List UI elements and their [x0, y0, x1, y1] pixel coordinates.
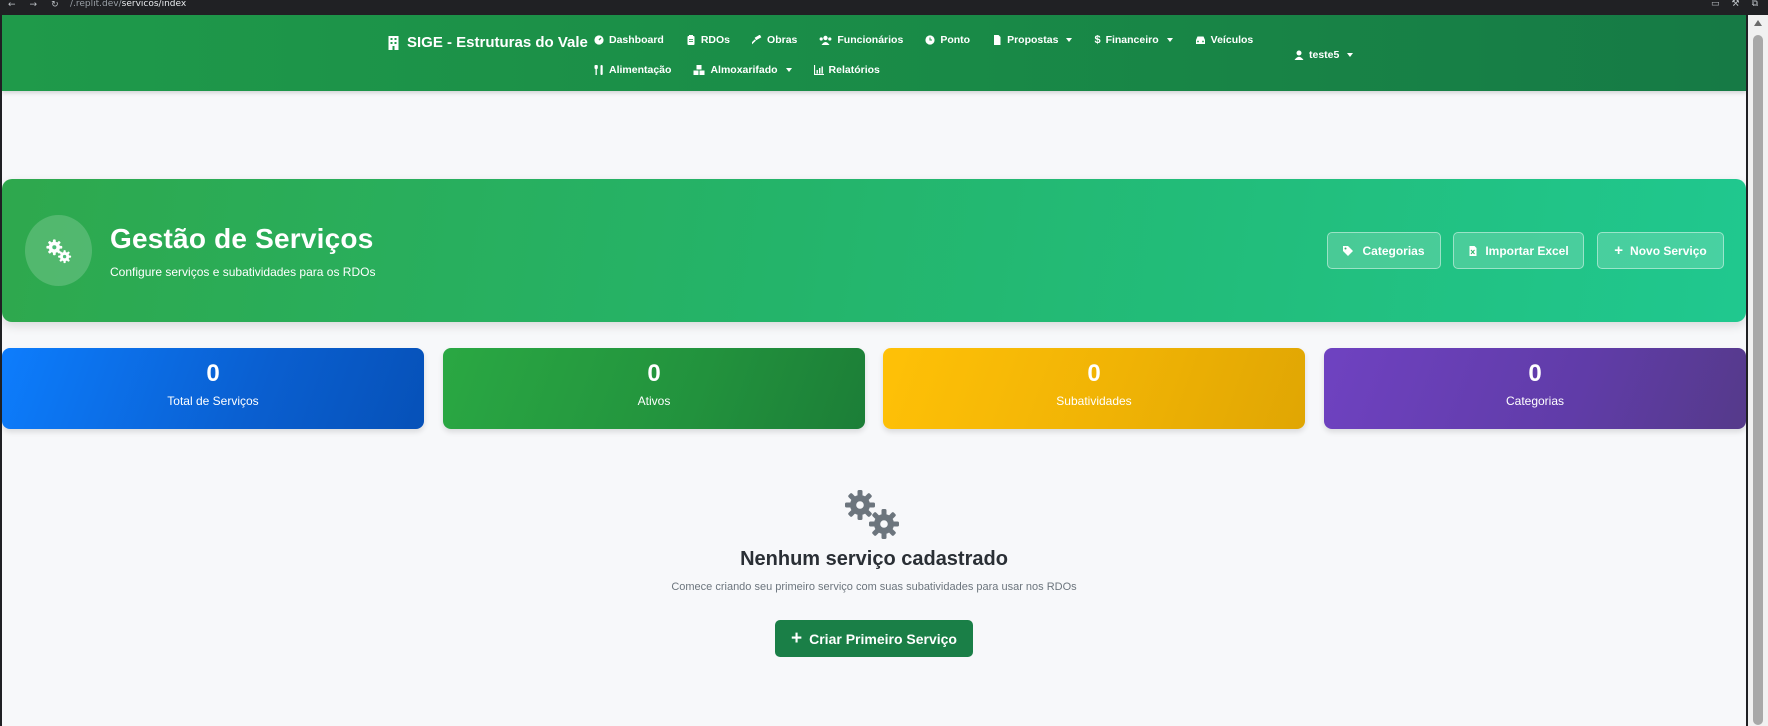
button-label: Importar Excel [1485, 243, 1569, 258]
reload-icon[interactable]: ↻ [51, 0, 59, 10]
nav-label: Propostas [1007, 34, 1059, 46]
clock-icon [925, 35, 935, 45]
stat-card-subatividades: 0 Subatividades [883, 348, 1305, 429]
chevron-down-icon [1066, 38, 1073, 42]
criar-primeiro-servico-button[interactable]: + Criar Primeiro Serviço [775, 620, 973, 657]
stat-label: Categorias [1505, 394, 1565, 408]
dollar-icon: $ [1094, 34, 1101, 46]
nav-financeiro[interactable]: $ Financeiro [1094, 34, 1173, 46]
boxes-icon [693, 65, 705, 75]
scroll-up-arrow-icon[interactable] [1754, 20, 1762, 26]
button-label: Criar Primeiro Serviço [809, 630, 957, 647]
back-icon[interactable]: ← [8, 0, 16, 10]
url-prefix: /.replit.dev/ [70, 0, 122, 9]
nav-obras[interactable]: Obras [752, 34, 797, 46]
scrollbar-thumb[interactable] [1753, 35, 1763, 725]
nav-label: Funcionários [837, 34, 904, 46]
tools-icon[interactable]: ⚒ [1731, 0, 1739, 9]
stat-value: 0 [1528, 360, 1542, 387]
cogs-icon-circle [25, 215, 92, 286]
novo-servico-button[interactable]: + Novo Serviço [1597, 232, 1724, 269]
nav-rdos[interactable]: RDOs [686, 34, 730, 46]
clipboard-icon [686, 35, 696, 45]
address-bar[interactable]: /.replit.dev/servicos/index [70, 0, 186, 9]
nav-funcionarios[interactable]: Funcionários [819, 34, 903, 46]
empty-state-title: Nenhum serviço cadastrado [740, 548, 1008, 570]
chevron-down-icon [785, 68, 792, 72]
chart-icon [813, 65, 824, 75]
utensils-icon [594, 65, 604, 75]
stat-value: 0 [206, 360, 220, 387]
dashboard-icon [594, 35, 604, 45]
page: SIGE - Estruturas do Vale Dashboard RDOs… [2, 15, 1746, 726]
nav-ponto[interactable]: Ponto [925, 34, 970, 46]
stat-value: 0 [647, 360, 661, 387]
empty-state-subtitle: Comece criando seu primeiro serviço com … [671, 581, 1077, 593]
open-external-icon[interactable]: ⧉ [1752, 0, 1758, 9]
hammer-icon [752, 35, 762, 45]
nav-veiculos[interactable]: Veículos [1195, 34, 1254, 46]
nav-row-secondary: Alimentação Almoxarifado Relatórios [594, 64, 880, 76]
brand-link[interactable]: SIGE - Estruturas do Vale [387, 34, 588, 51]
browser-nav: ← → ↻ [8, 0, 59, 10]
url-path: servicos/index [121, 0, 187, 9]
chevron-down-icon [1347, 53, 1354, 57]
nav-alimentacao[interactable]: Alimentação [594, 64, 671, 76]
stat-label: Subatividades [1056, 394, 1132, 408]
importar-excel-button[interactable]: Importar Excel [1453, 232, 1584, 269]
page-header-card: Gestão de Serviços Configure serviços e … [2, 179, 1746, 322]
car-icon [1195, 35, 1206, 45]
page-title: Gestão de Serviços [110, 223, 374, 254]
browser-actions: ▭ ⚒ ⧉ [1711, 0, 1758, 9]
top-navbar: SIGE - Estruturas do Vale Dashboard RDOs… [2, 15, 1746, 91]
nav-label: Dashboard [609, 34, 664, 46]
button-label: Categorias [1362, 243, 1425, 258]
nav-row-primary: Dashboard RDOs Obras Funcionários Ponto … [594, 34, 1253, 46]
stat-label: Ativos [637, 394, 671, 408]
page-scrollbar[interactable] [1748, 15, 1768, 726]
building-icon [387, 35, 400, 50]
page-subtitle: Configure serviços e subatividades para … [110, 265, 376, 279]
nav-relatorios[interactable]: Relatórios [813, 64, 880, 76]
stat-label: Total de Serviços [167, 394, 259, 408]
nav-label: Financeiro [1105, 34, 1159, 46]
nav-label: Veículos [1210, 34, 1254, 46]
categorias-button[interactable]: Categorias [1327, 232, 1441, 269]
user-icon [1294, 50, 1304, 60]
nav-label: RDOs [700, 34, 731, 46]
nav-propostas[interactable]: Propostas [992, 34, 1073, 46]
users-icon [819, 35, 832, 45]
stat-card-ativos: 0 Ativos [443, 348, 865, 429]
button-label: Novo Serviço [1630, 243, 1707, 258]
nav-almoxarifado[interactable]: Almoxarifado [693, 64, 792, 76]
brand-name: SIGE - Estruturas do Vale [407, 34, 588, 51]
stat-card-categorias: 0 Categorias [1324, 348, 1746, 429]
cogs-icon [845, 490, 899, 539]
stat-value: 0 [1087, 360, 1101, 387]
file-excel-icon [1468, 245, 1478, 256]
nav-label: Alimentação [609, 64, 672, 76]
chevron-down-icon [1166, 38, 1173, 42]
tags-icon [1343, 245, 1355, 256]
plus-icon: + [1614, 241, 1624, 259]
forward-icon[interactable]: → [30, 0, 38, 10]
nav-label: Obras [767, 34, 798, 46]
user-name: teste5 [1309, 49, 1340, 61]
cast-icon[interactable]: ▭ [1711, 0, 1720, 9]
nav-dashboard[interactable]: Dashboard [594, 34, 664, 46]
user-menu[interactable]: teste5 [1294, 49, 1354, 61]
nav-label: Almoxarifado [710, 64, 778, 76]
nav-label: Ponto [940, 34, 971, 46]
plus-icon: + [791, 627, 803, 649]
nav-label: Relatórios [828, 64, 880, 76]
cogs-icon [45, 238, 71, 263]
browser-chrome: ← → ↻ /.replit.dev/servicos/index ▭ ⚒ ⧉ [0, 0, 1768, 15]
file-icon [992, 35, 1002, 45]
stat-card-total-servicos: 0 Total de Serviços [2, 348, 424, 429]
